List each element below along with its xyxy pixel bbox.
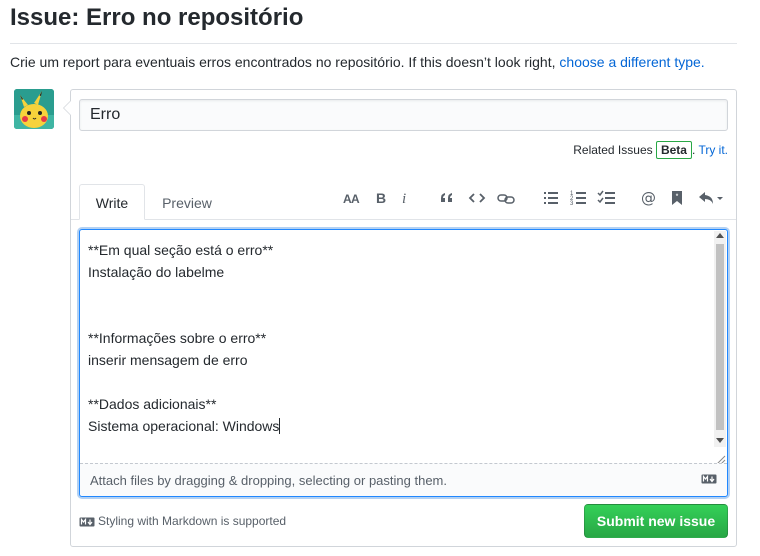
svg-text:A: A bbox=[351, 192, 360, 206]
related-issues: Related Issues Beta. Try it. bbox=[573, 141, 728, 159]
text-caret bbox=[279, 418, 281, 434]
file-attach-dropzone[interactable]: Attach files by dragging & dropping, sel… bbox=[80, 463, 727, 496]
body-line: **Dados adicionais** bbox=[88, 396, 217, 412]
avatar[interactable] bbox=[14, 89, 54, 129]
mention-icon[interactable]: @ bbox=[639, 188, 659, 208]
svg-text:B: B bbox=[376, 190, 386, 206]
issue-body-textarea[interactable]: **Em qual seção está o erro** Instalação… bbox=[79, 229, 728, 497]
markdown-support-note[interactable]: Styling with Markdown is supported bbox=[79, 513, 286, 529]
markdown-note-text: Styling with Markdown is supported bbox=[98, 514, 287, 528]
description-text: Crie um report para eventuais erros enco… bbox=[10, 54, 556, 70]
scrollbar-thumb[interactable] bbox=[716, 244, 724, 430]
markdown-icon bbox=[79, 517, 95, 527]
title-divider bbox=[10, 43, 737, 44]
quote-icon[interactable] bbox=[437, 188, 457, 208]
body-line: inserir mensagem de erro bbox=[88, 352, 248, 368]
choose-different-type-link[interactable]: choose a different type. bbox=[559, 54, 704, 70]
submit-new-issue-button[interactable]: Submit new issue bbox=[584, 504, 728, 538]
svg-text:3: 3 bbox=[570, 201, 574, 207]
ordered-list-icon[interactable]: 123 bbox=[569, 188, 589, 208]
attach-files-text: Attach files by dragging & dropping, sel… bbox=[90, 473, 447, 488]
svg-text:@: @ bbox=[641, 189, 656, 207]
scroll-down-arrow-icon[interactable] bbox=[716, 438, 724, 443]
body-line-last: Sistema operacional: Windows bbox=[88, 415, 708, 437]
italic-icon[interactable]: i bbox=[395, 188, 415, 208]
bold-icon[interactable]: B bbox=[371, 188, 391, 208]
template-description: Crie um report para eventuais erros enco… bbox=[10, 53, 705, 71]
bookmark-icon[interactable] bbox=[667, 188, 687, 208]
markdown-icon bbox=[701, 474, 717, 484]
scroll-up-arrow-icon[interactable] bbox=[716, 233, 724, 238]
tab-preview[interactable]: Preview bbox=[150, 185, 224, 221]
related-issues-label: Related Issues bbox=[573, 143, 653, 157]
beta-badge: Beta bbox=[655, 141, 692, 159]
tab-write[interactable]: Write bbox=[79, 184, 145, 220]
body-line bbox=[88, 283, 708, 305]
try-it-link[interactable]: Try it. bbox=[698, 143, 728, 157]
issue-body-text[interactable]: **Em qual seção está o erro** Instalação… bbox=[88, 239, 708, 437]
code-icon[interactable] bbox=[467, 188, 487, 208]
unordered-list-icon[interactable] bbox=[541, 188, 561, 208]
link-icon[interactable] bbox=[496, 188, 516, 208]
page-title: Issue: Erro no repositório bbox=[10, 4, 304, 31]
body-line bbox=[88, 305, 708, 327]
body-line: **Em qual seção está o erro** bbox=[88, 242, 274, 258]
body-line bbox=[88, 371, 708, 393]
pikachu-avatar-image bbox=[14, 89, 54, 129]
body-line: Sistema operacional: Windows bbox=[88, 418, 280, 434]
text-size-icon[interactable]: AA bbox=[342, 188, 362, 208]
svg-text:i: i bbox=[402, 191, 406, 207]
issue-title-input[interactable] bbox=[79, 99, 728, 131]
body-line: **Informações sobre o erro** bbox=[88, 330, 267, 346]
comment-pointer-inner bbox=[64, 101, 71, 115]
reply-icon[interactable] bbox=[697, 188, 725, 208]
editor-scrollbar[interactable] bbox=[714, 231, 726, 447]
task-list-icon[interactable] bbox=[597, 188, 617, 208]
body-line: Instalação do labelme bbox=[88, 264, 225, 280]
